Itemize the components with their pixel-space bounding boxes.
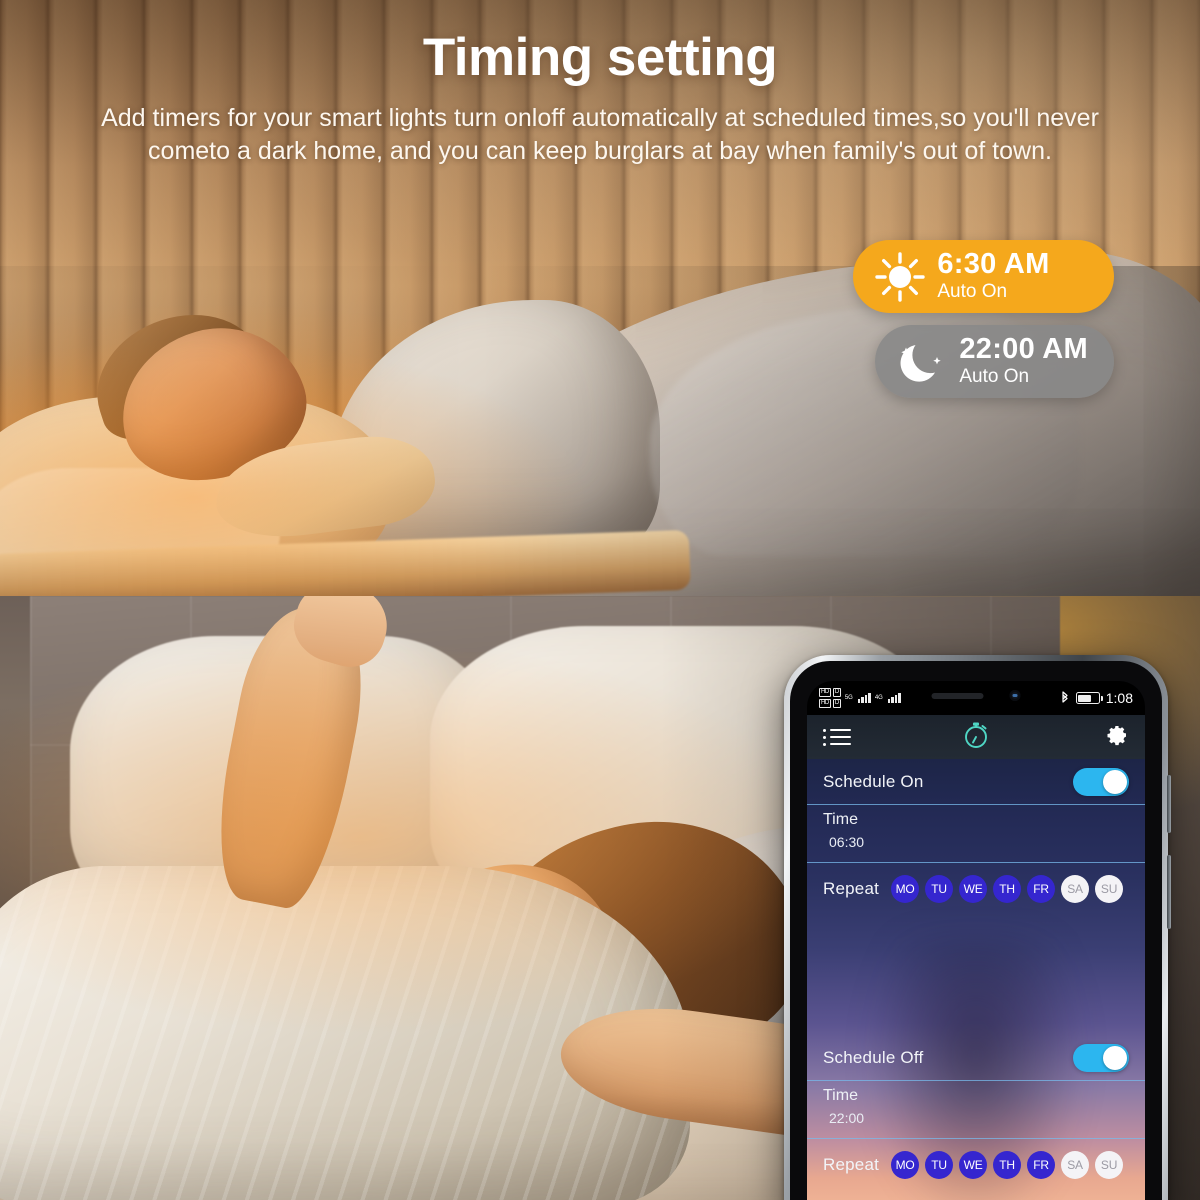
- network-label-1: 5G: [844, 695, 853, 701]
- day-chip-off-fr[interactable]: FR: [1027, 1151, 1056, 1179]
- repeat-off-days: MO TU WE TH FR SA SU: [891, 1151, 1124, 1179]
- status-bar-right: 1:08: [1060, 690, 1133, 706]
- day-chip-tu[interactable]: TU: [925, 875, 954, 903]
- front-camera: [1009, 690, 1021, 701]
- timer-badge-on-text: 6:30 AM Auto On: [937, 249, 1049, 304]
- phone-screen: HD D HD D 5G 4G 1:08 Schedule On Time 06…: [807, 681, 1145, 1200]
- repeat-on-row[interactable]: Repeat MO TU WE TH FR SA SU: [807, 863, 1145, 915]
- status-bar: HD D HD D 5G 4G 1:08: [807, 681, 1145, 715]
- day-chip-su[interactable]: SU: [1095, 875, 1124, 903]
- page-title: Timing setting: [422, 28, 778, 87]
- schedule-on-label: Schedule On: [823, 771, 924, 791]
- day-chip-off-th[interactable]: TH: [993, 1151, 1022, 1179]
- day-chip-off-mo[interactable]: MO: [891, 1151, 920, 1179]
- app-header-bar: [807, 715, 1145, 759]
- schedule-off-label: Schedule Off: [823, 1047, 924, 1067]
- repeat-off-row[interactable]: Repeat MO TU WE TH FR SA SU: [807, 1139, 1145, 1191]
- volume-button[interactable]: [1167, 775, 1171, 833]
- timer-badge-on-label: Auto On: [937, 280, 1008, 302]
- moon-icon: [891, 331, 953, 393]
- timer-badge-off-time: 22:00 AM: [959, 333, 1088, 366]
- time-on-row[interactable]: Time 06:30: [807, 805, 1145, 863]
- timer-badge-on-time: 6:30 AM: [937, 248, 1050, 281]
- network-label-2: 4G: [874, 695, 883, 701]
- sun-icon: [869, 246, 931, 308]
- headline-block: Timing setting Add timers for your smart…: [0, 30, 1200, 168]
- day-chip-off-tu[interactable]: TU: [925, 1151, 954, 1179]
- time-off-row[interactable]: Time 22:00: [807, 1081, 1145, 1139]
- schedule-on-toggle[interactable]: [1073, 767, 1129, 796]
- day-chip-off-we[interactable]: WE: [959, 1151, 988, 1179]
- earpiece-speaker: [931, 692, 984, 699]
- signal-bars-1: [857, 693, 871, 703]
- repeat-on-label: Repeat: [823, 879, 880, 898]
- day-chip-we[interactable]: WE: [959, 875, 988, 903]
- gear-icon[interactable]: [1105, 723, 1129, 752]
- time-off-value: 22:00: [829, 1110, 865, 1126]
- timer-icon[interactable]: [962, 720, 990, 755]
- hd-icon-2: D: [832, 688, 841, 697]
- schedule-on-row[interactable]: Schedule On: [807, 759, 1145, 805]
- bluetooth-icon: [1062, 691, 1068, 703]
- timer-settings-panel: Schedule On Time 06:30 Repeat MO TU WE T…: [807, 759, 1145, 1200]
- signal-bars-2: [887, 693, 901, 703]
- day-chip-mo[interactable]: MO: [891, 875, 920, 903]
- day-chip-off-sa[interactable]: SA: [1061, 1151, 1090, 1179]
- day-chip-sa[interactable]: SA: [1061, 875, 1090, 903]
- time-on-label: Time: [823, 811, 858, 828]
- time-on-value: 06:30: [829, 834, 865, 850]
- day-chip-off-su[interactable]: SU: [1095, 1151, 1124, 1179]
- time-off-label: Time: [823, 1087, 858, 1104]
- timer-badge-group: 6:30 AM Auto On 22:00 AM Auto On: [853, 240, 1114, 410]
- schedule-off-row[interactable]: Schedule Off: [807, 1035, 1145, 1081]
- timer-badge-off-text: 22:00 AM Auto On: [959, 334, 1088, 389]
- promo-page: Timing setting Add timers for your smart…: [0, 0, 1200, 1200]
- hd-voice-icons: HD D HD D: [819, 688, 841, 708]
- timer-badge-auto-on[interactable]: 6:30 AM Auto On: [853, 240, 1114, 313]
- day-chip-fr[interactable]: FR: [1027, 875, 1056, 903]
- hd-icon-4: D: [832, 699, 841, 708]
- phone-bezel: HD D HD D 5G 4G 1:08 Schedule On Time 06…: [790, 661, 1162, 1200]
- top-hero-panel: Timing setting Add timers for your smart…: [0, 0, 1200, 596]
- smartphone-mockup: HD D HD D 5G 4G 1:08 Schedule On Time 06…: [784, 655, 1171, 1200]
- repeat-off-label: Repeat: [823, 1155, 880, 1174]
- timer-badge-off-label: Auto On: [959, 365, 1030, 387]
- hd-icon-3: HD: [819, 699, 831, 708]
- status-bar-time: 1:08: [1105, 690, 1133, 706]
- hd-icon-1: HD: [819, 688, 831, 697]
- notch-group: [931, 690, 1021, 701]
- list-icon[interactable]: [823, 728, 851, 746]
- schedule-off-toggle[interactable]: [1073, 1043, 1129, 1072]
- power-button[interactable]: [1167, 855, 1171, 929]
- repeat-on-days: MO TU WE TH FR SA SU: [891, 875, 1124, 903]
- status-bar-left: HD D HD D 5G 4G: [819, 688, 901, 708]
- battery-icon: [1075, 692, 1103, 704]
- timer-badge-auto-off[interactable]: 22:00 AM Auto On: [875, 325, 1114, 398]
- day-chip-th[interactable]: TH: [993, 875, 1022, 903]
- page-subtitle: Add timers for your smart lights turn on…: [101, 103, 1099, 165]
